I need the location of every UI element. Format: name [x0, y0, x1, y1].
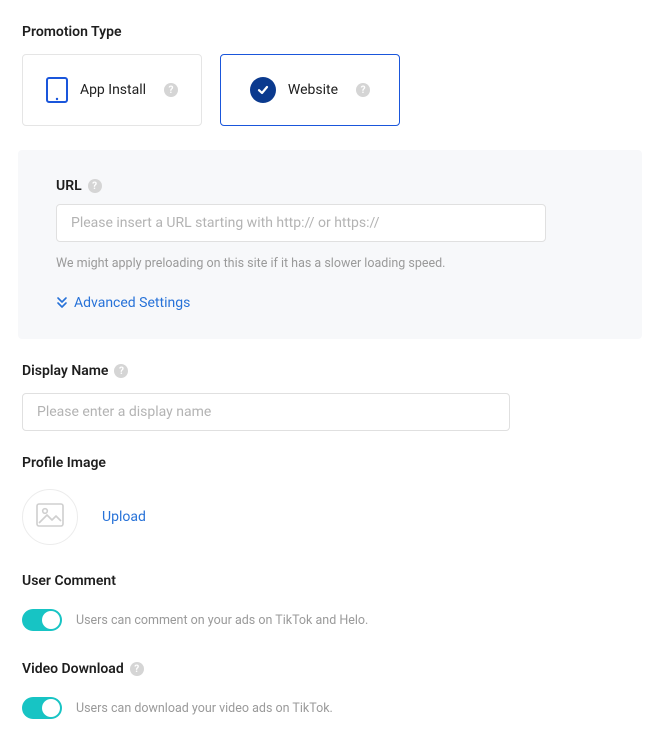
chevron-down-double-icon [56, 296, 68, 310]
option-website[interactable]: Website ? [220, 54, 400, 126]
video-download-label: Video Download ? [22, 661, 660, 677]
url-input[interactable] [56, 204, 546, 242]
url-panel: URL ? We might apply preloading on this … [18, 150, 642, 339]
promotion-type-options: App Install ? Website ? [0, 54, 660, 150]
url-hint: We might apply preloading on this site i… [56, 256, 604, 271]
advanced-settings-label: Advanced Settings [74, 295, 190, 311]
user-comment-label: User Comment [22, 573, 660, 589]
image-placeholder-icon [36, 503, 64, 531]
option-app-install-label: App Install [80, 82, 146, 98]
check-icon [250, 77, 276, 103]
user-comment-toggle[interactable] [22, 609, 62, 631]
profile-image-label: Profile Image [22, 455, 660, 471]
help-icon[interactable]: ? [356, 83, 370, 97]
advanced-settings-link[interactable]: Advanced Settings [56, 295, 604, 311]
option-website-label: Website [288, 82, 338, 98]
profile-image-thumbnail[interactable] [22, 489, 78, 545]
video-download-toggle[interactable] [22, 697, 62, 719]
help-icon[interactable]: ? [164, 83, 178, 97]
display-name-label: Display Name ? [22, 363, 660, 379]
option-app-install[interactable]: App Install ? [22, 54, 202, 126]
url-label: URL ? [56, 178, 604, 194]
display-name-input[interactable] [22, 393, 510, 431]
video-download-desc: Users can download your video ads on Tik… [76, 701, 333, 716]
app-install-icon [46, 77, 68, 103]
help-icon[interactable]: ? [114, 364, 128, 378]
upload-button[interactable]: Upload [102, 509, 146, 525]
promotion-type-label: Promotion Type [22, 24, 660, 40]
help-icon[interactable]: ? [88, 179, 102, 193]
user-comment-desc: Users can comment on your ads on TikTok … [76, 613, 368, 628]
help-icon[interactable]: ? [130, 662, 144, 676]
